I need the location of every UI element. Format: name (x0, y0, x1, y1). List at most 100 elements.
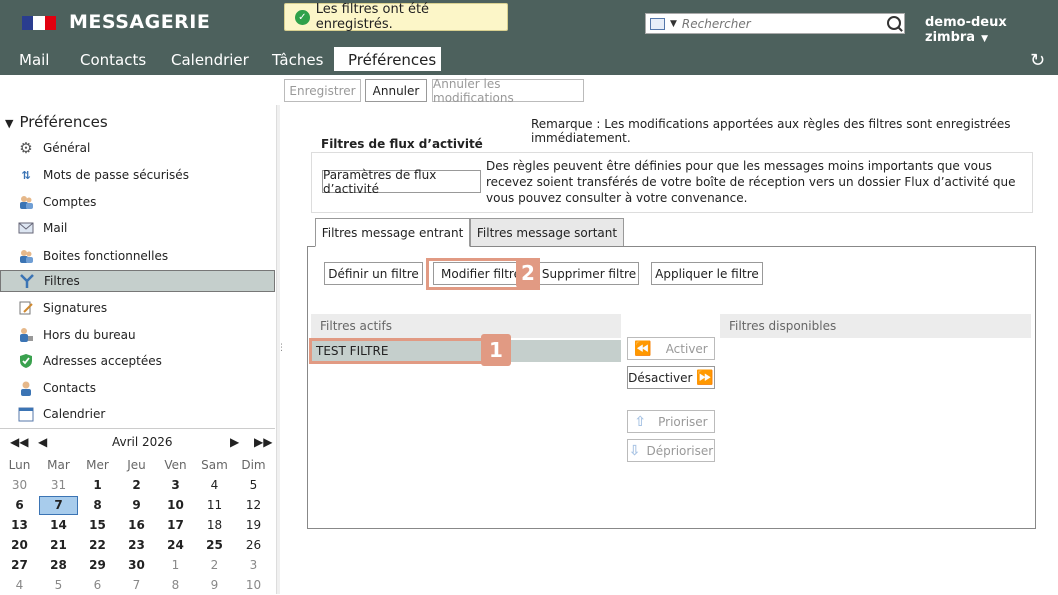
tab-mail[interactable]: Mail (0, 47, 68, 71)
deactivate-button[interactable]: Désactiver ⏩ (627, 366, 715, 389)
calendar-day[interactable]: 8 (78, 498, 117, 512)
calendar-day[interactable]: 16 (117, 518, 156, 532)
sidebar-item-label: Mots de passe sécurisés (43, 168, 189, 182)
calendar-day[interactable]: 5 (39, 578, 78, 592)
active-filters-header: Filtres actifs (311, 314, 621, 338)
sidebar-item-mail[interactable]: Mail (0, 217, 275, 239)
define-filter-button[interactable]: Définir un filtre (324, 262, 423, 285)
calendar-day[interactable]: 14 (39, 518, 78, 532)
collapse-triangle-icon[interactable]: ▼ (5, 117, 13, 130)
calendar-day[interactable]: 6 (78, 578, 117, 592)
splitter-grip-icon[interactable]: ⋮ (277, 343, 286, 353)
calendar-day[interactable]: 13 (0, 518, 39, 532)
calendar-day[interactable]: 4 (195, 478, 234, 492)
calendar-day[interactable]: 2 (195, 558, 234, 572)
prev-month-icon[interactable]: ◀ (38, 435, 47, 449)
sidebar-item-functional-boxes[interactable]: Boites fonctionnelles (0, 245, 275, 267)
calendar-day[interactable]: 6 (0, 498, 39, 512)
sidebar-item-passwords[interactable]: ⇅ Mots de passe sécurisés (0, 164, 275, 186)
calendar-day[interactable]: 24 (156, 538, 195, 552)
calendar-day[interactable]: 23 (117, 538, 156, 552)
calendar-day[interactable]: 22 (78, 538, 117, 552)
undo-changes-button[interactable]: Annuler les modifications (432, 77, 584, 105)
calendar-day[interactable]: 15 (78, 518, 117, 532)
deactivate-label: Désactiver (628, 370, 693, 385)
search-input[interactable] (681, 16, 872, 31)
out-of-office-icon (18, 327, 34, 343)
calendar-week: 30 31 1 2 3 4 5 (0, 475, 275, 495)
delete-filter-button[interactable]: Supprimer filtre (539, 262, 639, 285)
calendar-day[interactable]: 11 (195, 498, 234, 512)
calendar-day[interactable]: 25 (195, 538, 234, 552)
sidebar-item-signatures[interactable]: Signatures (0, 297, 275, 319)
sidebar-item-filters[interactable]: Filtres (0, 270, 275, 292)
calendar-dow: Sam (201, 458, 228, 472)
calendar-day[interactable]: 2 (117, 478, 156, 492)
calendar-day[interactable]: 10 (234, 578, 273, 592)
calendar-day[interactable]: 12 (234, 498, 273, 512)
tab-preferences[interactable]: Préférences (334, 47, 441, 71)
sidebar-item-accounts[interactable]: Comptes (0, 191, 275, 213)
calendar-day[interactable]: 8 (156, 578, 195, 592)
calendar-day[interactable]: 31 (39, 478, 78, 492)
refresh-icon[interactable]: ↻ (1030, 50, 1045, 71)
sidebar-item-accepted-addresses[interactable]: Adresses acceptées (0, 350, 275, 372)
user-menu[interactable]: demo-deux zimbra ▼ (925, 15, 1058, 45)
calendar-day[interactable]: 19 (234, 518, 273, 532)
calendar-day[interactable]: 4 (0, 578, 39, 592)
sidebar-item-out-of-office[interactable]: Hors du bureau (0, 324, 275, 346)
calendar-day[interactable]: 30 (0, 478, 39, 492)
sidebar-item-label: Signatures (43, 301, 108, 315)
up-arrow-icon: ⇧ (634, 413, 647, 430)
apply-filter-button[interactable]: Appliquer le filtre (651, 262, 763, 285)
sidebar-item-calendar[interactable]: Calendrier (0, 403, 275, 425)
calendar-day[interactable]: 7 (117, 578, 156, 592)
search-icon[interactable] (887, 16, 901, 30)
calendar-day[interactable]: 29 (78, 558, 117, 572)
tab-tasks[interactable]: Tâches (260, 47, 334, 71)
calendar-day-today[interactable]: 7 (39, 495, 78, 515)
calendar-day[interactable]: 30 (117, 558, 156, 572)
sidebar-item-contacts[interactable]: Contacts (0, 377, 275, 399)
calendar-day[interactable]: 27 (0, 558, 39, 572)
calendar-day[interactable]: 21 (39, 538, 78, 552)
activate-button[interactable]: ⏪ Activer (627, 337, 715, 360)
sidebar-item-label: Filtres (44, 274, 80, 288)
calendar-day[interactable]: 5 (234, 478, 273, 492)
prioritize-button[interactable]: ⇧ Prioriser (627, 410, 715, 433)
calendar-day[interactable]: 26 (234, 538, 273, 552)
tab-incoming-filters[interactable]: Filtres message entrant (315, 218, 470, 247)
user-name: demo-deux zimbra (925, 15, 1007, 45)
calendar-day[interactable]: 3 (234, 558, 273, 572)
calendar-day[interactable]: 9 (117, 498, 156, 512)
deprioritize-button[interactable]: ⇩ Déprioriser (627, 439, 715, 462)
calendar-dow: Mer (86, 458, 109, 472)
calendar-day[interactable]: 20 (0, 538, 39, 552)
calendar-day[interactable]: 17 (156, 518, 195, 532)
sidebar-item-general[interactable]: ⚙ Général (0, 137, 275, 159)
calendar-day[interactable]: 28 (39, 558, 78, 572)
search-scope-calendar-icon[interactable] (650, 17, 665, 30)
calendar-day[interactable]: 18 (195, 518, 234, 532)
save-button[interactable]: Enregistrer (284, 79, 361, 102)
calendar-dow: Ven (164, 458, 187, 472)
calendar-day[interactable]: 1 (78, 478, 117, 492)
calendar-dow: Jeu (127, 458, 146, 472)
search-bar[interactable]: ▼ (645, 13, 905, 34)
calendar-day[interactable]: 9 (195, 578, 234, 592)
calendar-month-label[interactable]: Avril 2026 (112, 435, 173, 449)
activity-stream-settings-button[interactable]: Paramètres de flux d’activité (322, 168, 481, 196)
sidebar-title[interactable]: ▼ Préférences (5, 113, 108, 131)
tab-contacts[interactable]: Contacts (68, 47, 159, 71)
chevron-down-icon[interactable]: ▼ (670, 19, 677, 29)
cancel-button[interactable]: Annuler (365, 79, 427, 102)
tab-calendar[interactable]: Calendrier (159, 47, 260, 71)
calendar-week: 4 5 6 7 8 9 10 (0, 575, 275, 595)
calendar-day[interactable]: 3 (156, 478, 195, 492)
next-month-icon[interactable]: ▶ (230, 435, 239, 449)
tab-outgoing-filters[interactable]: Filtres message sortant (470, 218, 624, 247)
calendar-day[interactable]: 10 (156, 498, 195, 512)
calendar-day[interactable]: 1 (156, 558, 195, 572)
prev-year-icon[interactable]: ◀◀ (10, 435, 28, 449)
next-year-icon[interactable]: ▶▶ (254, 435, 272, 449)
